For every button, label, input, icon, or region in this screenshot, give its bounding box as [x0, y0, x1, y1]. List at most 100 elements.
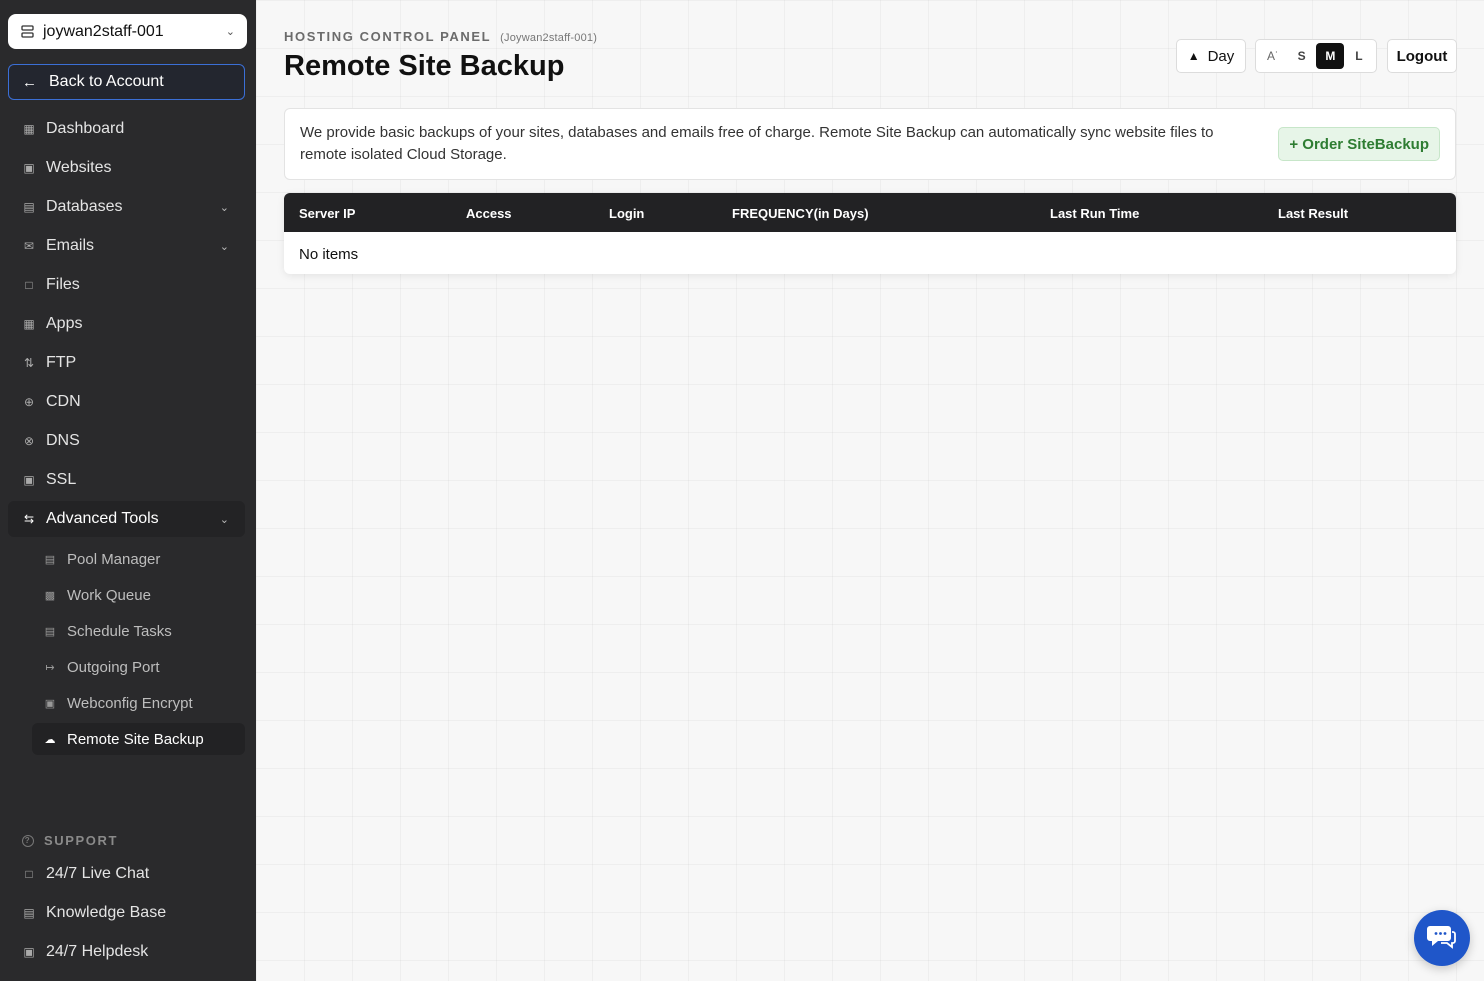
support-item-label: 24/7 Live Chat	[46, 865, 150, 882]
support-item-label: Knowledge Base	[46, 904, 167, 921]
cloud-icon: ☁	[44, 733, 56, 746]
size-s-button[interactable]: S	[1288, 43, 1316, 69]
column-header-last-run-time[interactable]: Last Run Time	[1050, 206, 1139, 221]
sidebar-subitem-outgoing-port[interactable]: ↦ Outgoing Port	[32, 651, 245, 683]
table-empty-message: No items	[299, 246, 359, 263]
sidebar-item-label: Dashboard	[46, 120, 125, 137]
sidebar-item-files[interactable]: □ Files	[8, 267, 245, 303]
sidebar-subitem-work-queue[interactable]: ▩ Work Queue	[32, 579, 245, 611]
queue-icon: ▩	[44, 589, 56, 602]
chat-bubble-icon	[1427, 923, 1457, 954]
browser-icon: ▣	[23, 161, 35, 175]
sidebar-item-label: Advanced Tools	[46, 510, 159, 527]
sliders-icon: ⇆	[23, 512, 35, 526]
sidebar-item-label: Databases	[46, 198, 123, 215]
sidebar-item-label: Apps	[46, 315, 83, 332]
table-header: Server IP Access Login FREQUENCY(in Days…	[284, 193, 1456, 232]
sidebar-item-cdn[interactable]: ⊕ CDN	[8, 384, 245, 420]
breadcrumb-account: (Joywan2staff-001)	[500, 32, 598, 44]
sidebar-subitem-remote-site-backup[interactable]: ☁ Remote Site Backup	[32, 723, 245, 755]
sidebar-subitem-label: Pool Manager	[67, 550, 161, 568]
sidebar-item-ssl[interactable]: ▣ SSL	[8, 462, 245, 498]
sidebar-item-apps[interactable]: ▦ Apps	[8, 306, 245, 342]
arrow-left-icon: ←	[22, 73, 37, 91]
backup-table: Server IP Access Login FREQUENCY(in Days…	[284, 193, 1456, 274]
ticket-icon: ▣	[23, 945, 35, 959]
help-icon: ?	[22, 834, 34, 847]
column-header-login[interactable]: Login	[609, 206, 644, 221]
arrow-out-icon: ↦	[45, 661, 55, 674]
sidebar-item-label: Emails	[46, 237, 95, 254]
dns-icon: ⊗	[23, 434, 35, 448]
main-content: HOSTING CONTROL PANEL (Joywan2staff-001)…	[256, 0, 1484, 981]
sidebar-item-label: SSL	[46, 471, 77, 488]
sidebar-item-emails[interactable]: ✉ Emails ⌄	[8, 228, 245, 264]
font-size-toggle: A˙ S M L	[1255, 39, 1377, 73]
book-icon: ▤	[23, 906, 35, 920]
sidebar-subitem-label: Work Queue	[67, 586, 151, 604]
sidebar-item-advanced-tools[interactable]: ⇆ Advanced Tools ⌄	[8, 501, 245, 537]
support-heading: ? SUPPORT	[22, 833, 118, 848]
size-m-button[interactable]: M	[1316, 43, 1345, 69]
calendar-icon: ▤	[44, 625, 56, 638]
column-header-access[interactable]: Access	[466, 206, 512, 221]
server-icon: ▤	[44, 553, 56, 566]
chat-launcher-button[interactable]	[1414, 910, 1470, 966]
folder-icon: □	[25, 278, 33, 292]
info-card: We provide basic backups of your sites, …	[284, 108, 1456, 180]
sidebar-subitem-label: Schedule Tasks	[67, 622, 172, 640]
back-label: Back to Account	[49, 73, 164, 90]
sidebar-item-databases[interactable]: ▤ Databases ⌄	[8, 189, 245, 225]
size-l-button[interactable]: L	[1345, 43, 1373, 69]
sidebar: joywan2staff-001 ⌄ ← Back to Account ▦ D…	[0, 0, 256, 981]
sidebar-item-ftp[interactable]: ⇅ FTP	[8, 345, 245, 381]
sidebar-subitem-webconfig-encrypt[interactable]: ▣ Webconfig Encrypt	[32, 687, 245, 719]
database-icon: ▤	[23, 200, 35, 214]
sidebar-subitem-schedule-tasks[interactable]: ▤ Schedule Tasks	[32, 615, 245, 647]
column-header-last-result[interactable]: Last Result	[1278, 206, 1348, 221]
grid-icon: ▦	[23, 122, 35, 136]
account-selector[interactable]: joywan2staff-001 ⌄	[8, 14, 247, 49]
chevron-down-icon: ⌄	[219, 201, 229, 214]
sidebar-item-label: CDN	[46, 393, 81, 410]
account-name: joywan2staff-001	[43, 22, 164, 40]
sun-icon: ▲	[1187, 49, 1200, 63]
apps-icon: ▦	[23, 317, 35, 331]
sidebar-subitem-label: Outgoing Port	[67, 658, 160, 676]
logout-button[interactable]: Logout	[1387, 39, 1457, 73]
chevron-down-icon: ⌄	[219, 513, 229, 526]
sidebar-item-label: DNS	[46, 432, 80, 449]
chevron-down-icon: ⌄	[219, 240, 229, 253]
lock-icon: ▣	[44, 697, 56, 710]
globe-icon: ⊕	[23, 395, 35, 409]
chat-icon: □	[25, 867, 33, 881]
column-header-server-ip[interactable]: Server IP	[299, 206, 355, 221]
lock-icon: ▣	[23, 473, 35, 487]
sidebar-subitem-label: Remote Site Backup	[67, 730, 204, 748]
sidebar-item-label: Files	[46, 276, 80, 293]
order-sitebackup-button[interactable]: + Order SiteBackup	[1278, 127, 1440, 161]
sidebar-item-label: FTP	[46, 354, 77, 371]
support-label: SUPPORT	[44, 833, 119, 848]
support-item-knowledge-base[interactable]: ▤ Knowledge Base	[8, 895, 245, 931]
chevron-down-icon: ⌄	[225, 26, 235, 38]
transfer-icon: ⇅	[23, 356, 35, 370]
mail-icon: ✉	[23, 239, 35, 253]
back-to-account-button[interactable]: ← Back to Account	[8, 64, 245, 100]
column-header-frequency[interactable]: FREQUENCY(in Days)	[732, 206, 869, 221]
page-title: Remote Site Backup	[284, 50, 565, 82]
sidebar-subitem-pool-manager[interactable]: ▤ Pool Manager	[32, 543, 245, 575]
sidebar-item-dns[interactable]: ⊗ DNS	[8, 423, 245, 459]
sidebar-item-websites[interactable]: ▣ Websites	[8, 150, 245, 186]
sidebar-item-label: Websites	[46, 159, 112, 176]
theme-day-button[interactable]: ▲ Day	[1176, 39, 1246, 73]
server-icon	[20, 25, 34, 39]
sidebar-item-dashboard[interactable]: ▦ Dashboard	[8, 111, 245, 147]
support-item-label: 24/7 Helpdesk	[46, 943, 149, 960]
support-item-live-chat[interactable]: □ 24/7 Live Chat	[8, 856, 245, 892]
breadcrumb: HOSTING CONTROL PANEL (Joywan2staff-001)	[284, 29, 597, 44]
support-item-helpdesk[interactable]: ▣ 24/7 Helpdesk	[8, 934, 245, 970]
sidebar-subitem-label: Webconfig Encrypt	[67, 694, 193, 712]
day-label: Day	[1207, 47, 1235, 65]
breadcrumb-label: HOSTING CONTROL PANEL	[284, 29, 491, 44]
